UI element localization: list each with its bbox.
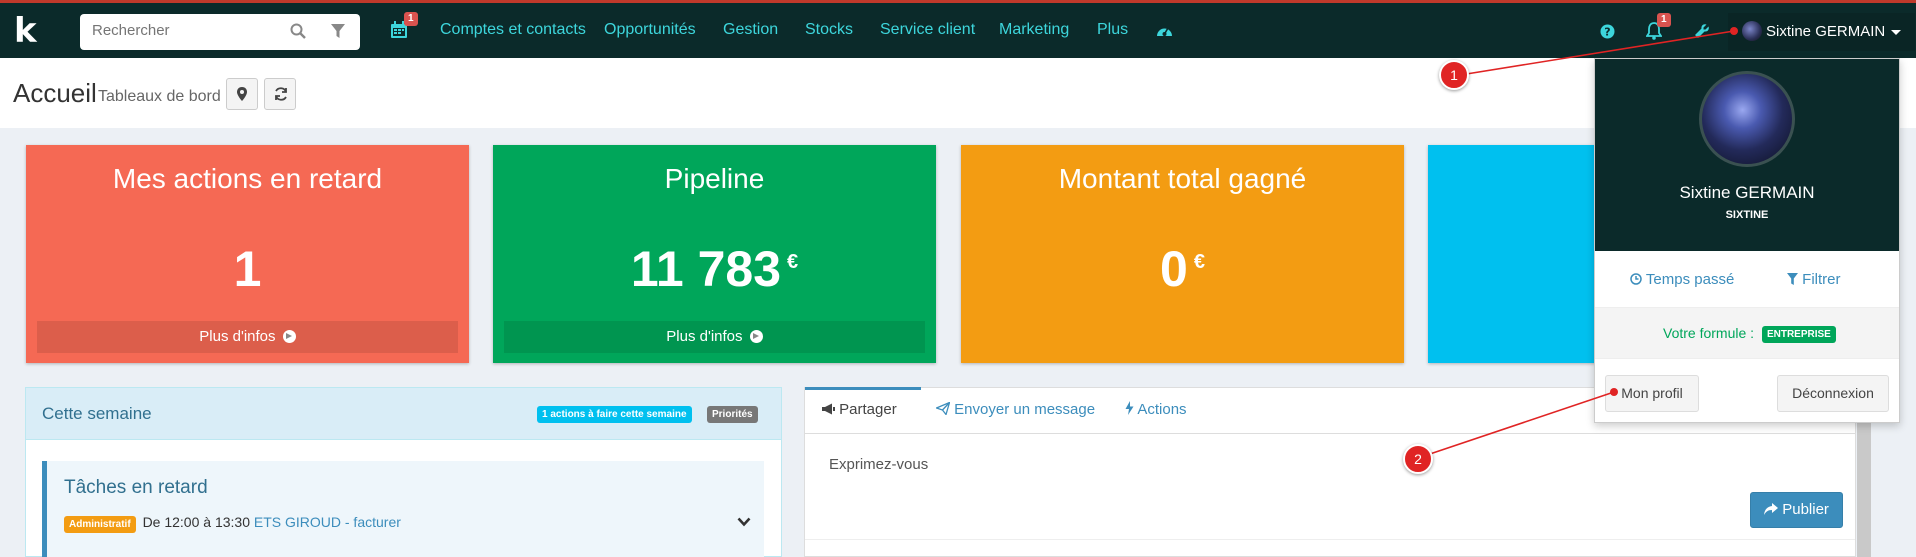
annotation-marker-1: 1: [1439, 60, 1469, 90]
annotation-marker-2: 2: [1403, 444, 1433, 474]
annotation-lines: [1417, 27, 1738, 459]
